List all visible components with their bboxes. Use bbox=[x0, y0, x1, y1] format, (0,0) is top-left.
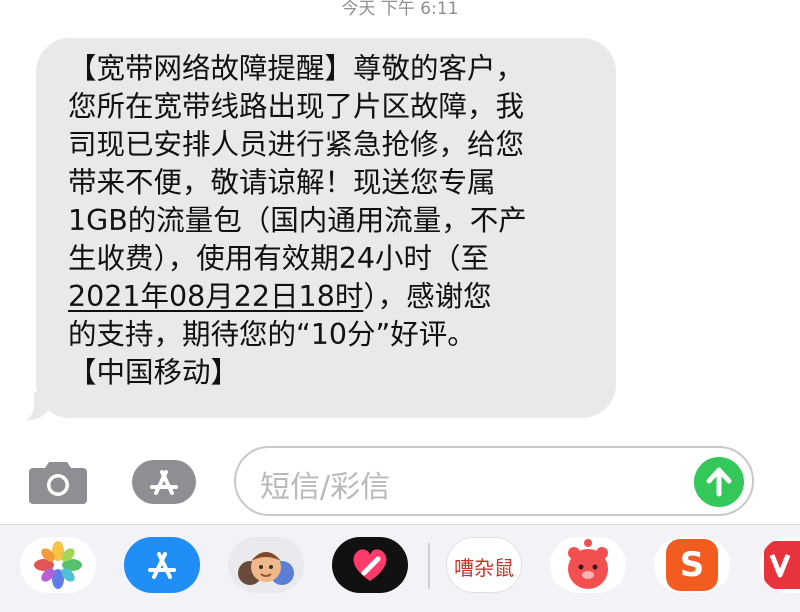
message-timestamp: 今天 下午 6:11 bbox=[341, 0, 459, 19]
photos-icon[interactable] bbox=[20, 537, 96, 593]
message-line-7: 2021年08月22日18时），感谢您 bbox=[68, 278, 606, 316]
drawer-divider bbox=[428, 543, 430, 589]
message-line-1: 【宽带网络故障提醒】尊敬的客户， bbox=[68, 52, 525, 85]
app-drawer: 嘈杂鼠 S bbox=[0, 524, 800, 612]
sogou-app-letter: S bbox=[679, 545, 705, 585]
app-store-icon[interactable] bbox=[132, 460, 196, 504]
message-input[interactable]: 短信/彩信 bbox=[234, 446, 754, 516]
heart-icon[interactable] bbox=[332, 537, 408, 593]
message-line-7-rest: ），感谢您 bbox=[363, 280, 492, 313]
sogou-icon[interactable]: S bbox=[654, 537, 730, 593]
send-button[interactable] bbox=[694, 457, 744, 507]
message-input-placeholder: 短信/彩信 bbox=[260, 470, 391, 505]
partial-app-icon[interactable] bbox=[760, 537, 800, 593]
message-line-3: 司现已安排人员进行紧急抢修，给您 bbox=[68, 128, 525, 161]
sticker-app-label: 嘈杂鼠 bbox=[454, 556, 514, 580]
message-line-2: 您所在宽带线路出现了片区故障，我 bbox=[68, 90, 525, 123]
app-store-icon[interactable] bbox=[124, 537, 200, 593]
message-composer: 短信/彩信 bbox=[0, 440, 800, 520]
message-bubble[interactable]: 【宽带网络故障提醒】尊敬的客户， 您所在宽带线路出现了片区故障，我 司现已安排人… bbox=[36, 38, 616, 418]
message-line-6: 生收费），使用有效期24小时（至 bbox=[68, 242, 490, 275]
message-line-5: 1GB的流量包（国内通用流量，不产 bbox=[68, 204, 527, 237]
message-line-4: 带来不便，敬请谅解！现送您专属 bbox=[68, 166, 496, 199]
date-link[interactable]: 2021年08月22日18时 bbox=[68, 280, 363, 313]
pig-icon[interactable] bbox=[550, 537, 626, 593]
message-line-8: 的支持，期待您的“10分”好评。 bbox=[68, 318, 476, 351]
camera-icon[interactable] bbox=[27, 460, 89, 506]
sticker-icon[interactable]: 嘈杂鼠 bbox=[446, 537, 522, 593]
arrow-up-icon bbox=[706, 467, 732, 497]
message-line-9: 【中国移动】 bbox=[68, 356, 240, 389]
memoji-icon[interactable] bbox=[228, 537, 304, 593]
